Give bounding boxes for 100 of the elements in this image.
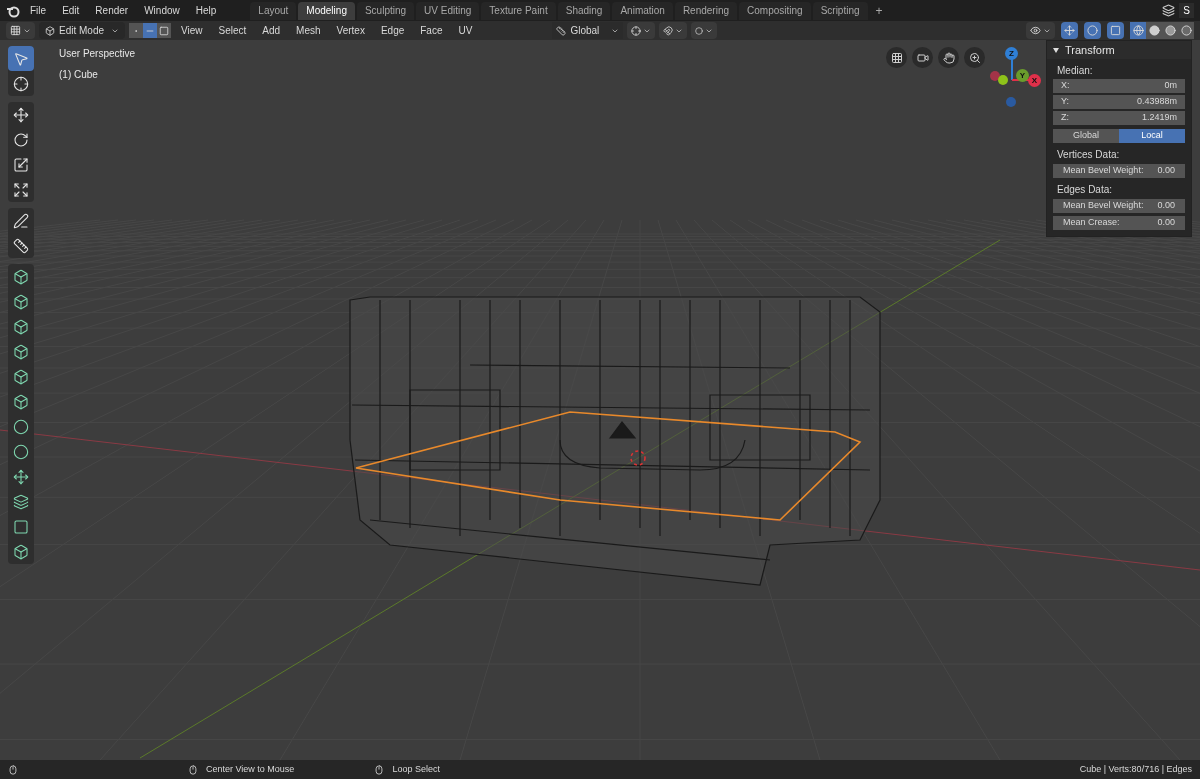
proportional-edit-button[interactable] bbox=[691, 22, 718, 39]
eye-icon bbox=[1030, 25, 1041, 36]
cube-icon bbox=[45, 25, 55, 36]
space-toggle-button[interactable]: Local bbox=[1119, 129, 1185, 143]
panel-header[interactable]: Transform bbox=[1047, 41, 1191, 59]
workspace-tab[interactable]: Animation bbox=[612, 1, 673, 20]
wireframe-shading-button[interactable] bbox=[1130, 22, 1146, 39]
coordinate-field[interactable]: X: 0m bbox=[1053, 79, 1185, 93]
transform-icon bbox=[13, 181, 29, 198]
coordinate-field[interactable]: Z: 1.2419m bbox=[1053, 111, 1185, 125]
menu-item[interactable]: Render bbox=[89, 3, 135, 18]
mouse-icon bbox=[374, 764, 385, 775]
pan-button[interactable] bbox=[938, 47, 959, 68]
scene-statistics: Cube | Verts:80/716 | Edges bbox=[1079, 762, 1192, 776]
disclosure-triangle-icon bbox=[1053, 47, 1059, 53]
pencil-icon bbox=[13, 212, 29, 229]
circle-icon bbox=[695, 26, 704, 35]
square-icon bbox=[1110, 25, 1121, 36]
workspace-tab[interactable]: Scripting bbox=[812, 1, 868, 20]
arrows-icon bbox=[13, 468, 29, 485]
circle-icon bbox=[13, 418, 29, 435]
status-hint: Center View to Mouse bbox=[206, 762, 295, 776]
axis-label[interactable]: Z bbox=[1005, 47, 1018, 60]
pivot-button[interactable] bbox=[627, 22, 656, 39]
zoom-button[interactable] bbox=[964, 47, 985, 68]
scene-field[interactable]: S bbox=[1179, 3, 1194, 18]
workspace-tab[interactable]: Modeling bbox=[298, 1, 355, 20]
header-menu-item[interactable]: Face bbox=[414, 23, 449, 38]
crosshair-icon bbox=[631, 25, 642, 36]
circle-icon bbox=[1087, 25, 1098, 36]
scene-icon bbox=[1162, 4, 1176, 17]
space-toggle-button[interactable]: Global bbox=[1053, 129, 1119, 143]
coordinate-field[interactable]: Y: 0.43988m bbox=[1053, 95, 1185, 109]
menu-item[interactable]: Edit bbox=[56, 3, 86, 18]
workspace-tab[interactable]: Sculpting bbox=[356, 1, 415, 20]
header-menu-item[interactable]: Edge bbox=[374, 23, 411, 38]
menu-item[interactable]: Window bbox=[138, 3, 186, 18]
editor-type-button[interactable] bbox=[6, 22, 35, 39]
grid-icon bbox=[10, 25, 21, 36]
ruler-icon bbox=[556, 25, 567, 36]
panel-title: Transform bbox=[1065, 42, 1115, 58]
zoom-icon bbox=[968, 51, 981, 64]
header-menu-item[interactable]: UV bbox=[452, 23, 479, 38]
xray-toggle[interactable] bbox=[1107, 22, 1124, 39]
layers-icon bbox=[13, 493, 29, 510]
cube-icon bbox=[13, 393, 29, 410]
workspace-tab[interactable]: Texture Paint bbox=[481, 1, 556, 20]
camera-button[interactable] bbox=[912, 47, 933, 68]
mouse-icon bbox=[8, 764, 18, 775]
grid-icon bbox=[890, 51, 903, 64]
cube-icon bbox=[13, 268, 29, 285]
view-name: User Perspective bbox=[59, 47, 136, 61]
workspace-tab[interactable]: Layout bbox=[250, 1, 297, 20]
move-icon bbox=[1064, 25, 1075, 36]
magnet-icon bbox=[663, 25, 674, 36]
hand-icon bbox=[942, 51, 955, 64]
number-field[interactable]: Mean Crease: 0.00 bbox=[1053, 216, 1185, 230]
globe-icon bbox=[1132, 25, 1144, 36]
add-workspace-button[interactable]: + bbox=[869, 1, 889, 20]
workspace-tab[interactable]: Shading bbox=[557, 1, 611, 20]
header-menu-item[interactable]: View bbox=[175, 23, 209, 38]
crosshair-icon bbox=[13, 75, 29, 92]
cube-icon bbox=[13, 368, 29, 385]
section-label: Edges Data: bbox=[1056, 182, 1114, 196]
number-field[interactable]: Mean Bevel Weight: 0.00 bbox=[1053, 199, 1185, 213]
object-name: (1) Cube bbox=[59, 68, 99, 82]
mode-dropdown[interactable]: Edit Mode bbox=[39, 22, 125, 39]
cube-icon bbox=[13, 543, 29, 560]
face-select-mode-button[interactable] bbox=[157, 23, 171, 38]
axis-label[interactable]: X bbox=[1028, 74, 1041, 87]
gizmo-toggle[interactable] bbox=[1061, 22, 1078, 39]
scale-icon bbox=[13, 156, 29, 173]
ruler-icon bbox=[13, 237, 29, 254]
3d-cursor-icon bbox=[630, 450, 646, 466]
status-hint: Loop Select bbox=[392, 762, 440, 776]
face-icon bbox=[159, 25, 169, 36]
visibility-button[interactable] bbox=[1026, 22, 1055, 39]
axis-label[interactable]: Y bbox=[1016, 69, 1029, 82]
mouse-icon bbox=[188, 764, 198, 775]
header-menu-item[interactable]: Select bbox=[212, 23, 253, 38]
pointer-icon bbox=[13, 50, 29, 67]
overlay-toggle[interactable] bbox=[1084, 22, 1101, 39]
workspace-tab[interactable]: UV Editing bbox=[416, 1, 480, 20]
workspace-tab[interactable]: Compositing bbox=[739, 1, 811, 20]
cube-icon bbox=[13, 343, 29, 360]
header-menu-item[interactable]: Mesh bbox=[290, 23, 327, 38]
workspace-tab[interactable]: Rendering bbox=[674, 1, 738, 20]
header-menu-item[interactable]: Add bbox=[256, 23, 287, 38]
camera-icon bbox=[916, 51, 929, 64]
menu-item[interactable]: Help bbox=[189, 3, 223, 18]
header-menu-item[interactable]: Vertex bbox=[330, 23, 371, 38]
move-icon bbox=[13, 106, 29, 123]
menu-item[interactable]: File bbox=[24, 3, 53, 18]
cube-icon bbox=[13, 318, 29, 335]
rendered-shading-button[interactable] bbox=[1178, 22, 1194, 39]
solid-shading-button[interactable] bbox=[1146, 22, 1162, 39]
view-grid-button[interactable] bbox=[886, 47, 907, 68]
number-field[interactable]: Mean Bevel Weight: 0.00 bbox=[1053, 164, 1185, 178]
section-label: Median: bbox=[1056, 64, 1094, 77]
snap-button[interactable] bbox=[659, 22, 688, 39]
